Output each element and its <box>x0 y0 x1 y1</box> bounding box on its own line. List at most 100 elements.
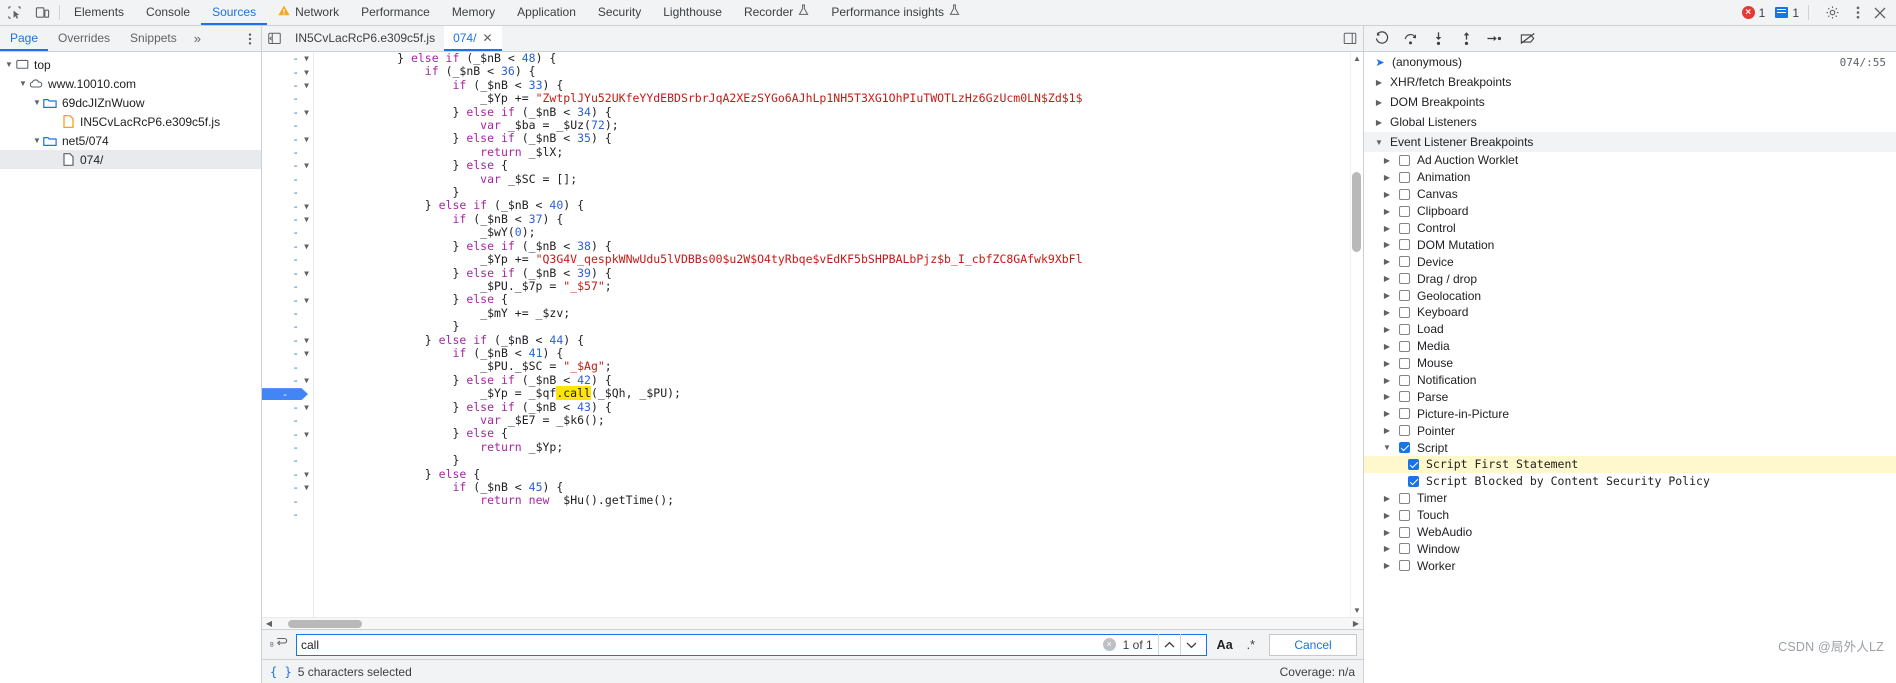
debugger-section-1[interactable]: ▶ DOM Breakpoints <box>1364 92 1896 112</box>
chevron-right-icon[interactable]: ▶ <box>1374 118 1384 127</box>
chevron-right-icon[interactable]: ▶ <box>1382 240 1392 249</box>
editor-more-icon[interactable] <box>1343 26 1363 51</box>
gutter-line[interactable]: - ▼ <box>262 52 313 65</box>
search-input-wrapper[interactable]: × 1 of 1 <box>296 633 1207 656</box>
event-category-10[interactable]: ▶ Load <box>1364 321 1896 338</box>
tree-item-domain[interactable]: ▼ www.10010.com <box>0 74 261 93</box>
tab-sources[interactable]: Sources <box>201 0 268 25</box>
gutter-line[interactable]: - <box>262 119 313 132</box>
chevron-right-icon[interactable]: ▶ <box>1382 274 1392 283</box>
nav-tab-page[interactable]: Page <box>0 26 49 51</box>
checkbox[interactable] <box>1399 509 1410 521</box>
event-category-14[interactable]: ▶ Parse <box>1364 388 1896 405</box>
tree-item-074[interactable]: 074/ <box>0 150 261 169</box>
code-content[interactable]: } else if (_$nB < 48) { if (_$nB < 36) {… <box>314 52 1363 617</box>
chevron-down-icon[interactable]: ▼ <box>4 60 14 69</box>
nav-tab-snippets[interactable]: Snippets <box>120 26 187 51</box>
checkbox[interactable] <box>1399 492 1410 504</box>
checkbox[interactable] <box>1399 306 1410 318</box>
tab-console[interactable]: Console <box>135 0 201 25</box>
fold-chevron-icon[interactable]: ▼ <box>302 269 311 278</box>
gutter-line-breakpoint[interactable]: - <box>262 387 313 401</box>
gutter-line[interactable]: - <box>262 253 313 266</box>
fold-chevron-icon[interactable]: ▼ <box>302 135 311 144</box>
gutter-line[interactable]: - ▼ <box>262 401 313 414</box>
editor-vertical-scrollbar[interactable]: ▲ ▼ <box>1350 52 1363 617</box>
cancel-search-button[interactable]: Cancel <box>1269 633 1357 656</box>
gutter-line[interactable]: - <box>262 173 313 186</box>
gutter-line[interactable]: - ▼ <box>262 199 313 213</box>
fold-chevron-icon[interactable]: ▼ <box>302 349 311 358</box>
chevron-right-icon[interactable]: ▶ <box>1374 78 1384 87</box>
message-count-badge[interactable]: 1 <box>1775 6 1799 20</box>
gutter-line[interactable]: - ▼ <box>262 240 313 253</box>
debugger-section-0[interactable]: ▶ XHR/fetch Breakpoints <box>1364 72 1896 92</box>
chevron-right-icon[interactable]: ▶ <box>1382 291 1392 300</box>
close-icon[interactable] <box>1870 7 1890 19</box>
fold-chevron-icon[interactable]: ▼ <box>302 376 311 385</box>
gutter-line[interactable]: - <box>262 360 313 374</box>
device-toolbar-icon[interactable] <box>28 0 56 25</box>
chevron-right-icon[interactable]: ▶ <box>1382 173 1392 182</box>
scroll-down-arrow[interactable]: ▼ <box>1353 604 1361 617</box>
tab-lighthouse[interactable]: Lighthouse <box>652 0 733 25</box>
checkbox[interactable] <box>1399 222 1410 234</box>
fold-chevron-icon[interactable]: ▼ <box>302 403 311 412</box>
regex-toggle[interactable]: .* <box>1243 638 1259 652</box>
chevron-right-icon[interactable]: ▶ <box>1382 426 1392 435</box>
chevron-right-icon[interactable]: ▶ <box>1382 392 1392 401</box>
nav-tab-overrides[interactable]: Overrides <box>48 26 120 51</box>
close-icon[interactable]: ✕ <box>482 31 492 45</box>
chevron-down-icon[interactable]: ▼ <box>1374 138 1384 147</box>
chevron-right-icon[interactable]: ▶ <box>1382 257 1392 266</box>
checkbox[interactable] <box>1399 526 1410 538</box>
chevron-down-icon[interactable]: ▼ <box>18 79 28 88</box>
inspect-element-icon[interactable] <box>0 0 28 25</box>
resume-script-icon[interactable] <box>1374 31 1390 47</box>
checkbox[interactable] <box>1408 475 1419 487</box>
event-category-8[interactable]: ▶ Geolocation <box>1364 287 1896 304</box>
chevron-down-icon[interactable]: ▼ <box>32 136 42 145</box>
checkbox[interactable] <box>1399 154 1410 166</box>
navigator-menu-icon[interactable] <box>239 26 261 51</box>
tree-item-folder-69dc[interactable]: ▼ 69dcJIZnWuow <box>0 93 261 112</box>
gutter-line[interactable]: - <box>262 280 313 293</box>
chevron-right-icon[interactable]: ▶ <box>1382 561 1392 570</box>
tab-application[interactable]: Application <box>506 0 587 25</box>
checkbox[interactable] <box>1399 290 1410 302</box>
tree-item-top[interactable]: ▼ top <box>0 55 261 74</box>
pretty-print-braces-icon[interactable]: { } <box>270 665 292 679</box>
clear-search-icon[interactable]: × <box>1102 638 1116 651</box>
show-navigator-icon[interactable] <box>262 26 286 51</box>
call-stack-frame[interactable]: ➤ (anonymous) 074/:55 <box>1364 52 1896 72</box>
gutter-line[interactable]: - ▼ <box>262 374 313 387</box>
chevron-right-icon[interactable]: ▶ <box>1382 376 1392 385</box>
nav-more-tabs-icon[interactable]: » <box>187 26 208 51</box>
event-category-16[interactable]: ▶ Pointer <box>1364 422 1896 439</box>
checkbox[interactable] <box>1399 408 1410 420</box>
chevron-right-icon[interactable]: ▶ <box>1382 494 1392 503</box>
fold-chevron-icon[interactable]: ▼ <box>302 430 311 439</box>
chevron-right-icon[interactable]: ▶ <box>1382 342 1392 351</box>
event-category-0[interactable]: ▶ Ad Auction Worklet <box>1364 152 1896 169</box>
event-category-17[interactable]: ▼ Script <box>1364 439 1896 456</box>
checkbox[interactable] <box>1399 442 1410 454</box>
scroll-left-arrow[interactable]: ◀ <box>262 619 276 628</box>
gutter-line[interactable]: - <box>262 494 313 508</box>
gutter-line[interactable]: - ▼ <box>262 468 313 481</box>
event-category-20[interactable]: ▶ WebAudio <box>1364 524 1896 541</box>
event-category-12[interactable]: ▶ Mouse <box>1364 355 1896 372</box>
event-category-7[interactable]: ▶ Drag / drop <box>1364 270 1896 287</box>
gutter-line[interactable]: - ▼ <box>262 79 313 92</box>
event-listener-17-0[interactable]: Script First Statement <box>1364 456 1896 473</box>
fold-chevron-icon[interactable]: ▼ <box>302 68 311 77</box>
gutter-line[interactable]: - ▼ <box>262 213 313 226</box>
fold-chevron-icon[interactable]: ▼ <box>302 336 311 345</box>
event-category-3[interactable]: ▶ Clipboard <box>1364 203 1896 220</box>
gutter-line[interactable]: - ▼ <box>262 347 313 360</box>
checkbox[interactable] <box>1399 357 1410 369</box>
tab-elements[interactable]: Elements <box>63 0 135 25</box>
fold-chevron-icon[interactable]: ▼ <box>302 161 311 170</box>
chevron-right-icon[interactable]: ▶ <box>1382 409 1392 418</box>
deactivate-breakpoints-icon[interactable] <box>1520 31 1536 47</box>
